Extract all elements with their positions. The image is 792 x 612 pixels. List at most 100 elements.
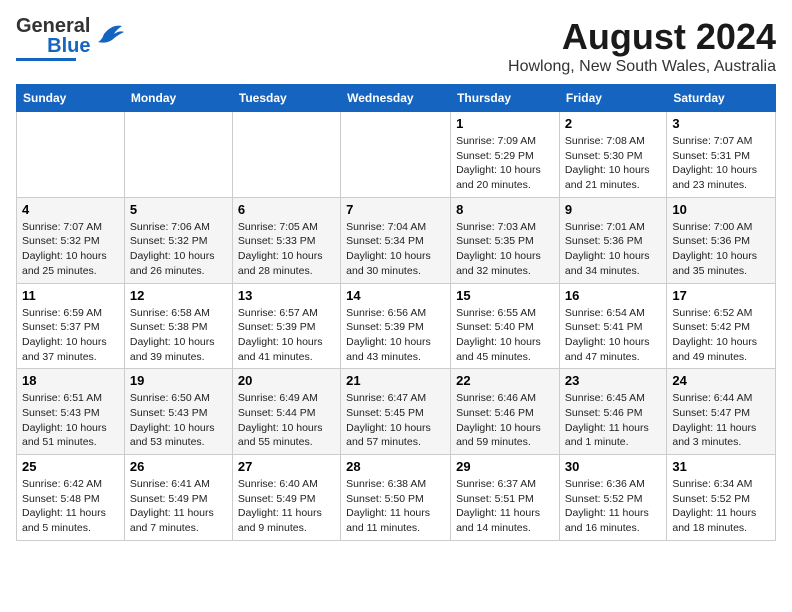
day-number: 5 [130,202,227,217]
day-info: Sunrise: 6:49 AM Sunset: 5:44 PM Dayligh… [238,391,335,450]
calendar-cell: 16 Sunrise: 6:54 AM Sunset: 5:41 PM Dayli… [559,283,666,369]
day-number: 17 [672,288,770,303]
calendar-cell: 15 Sunrise: 6:55 AM Sunset: 5:40 PM Dayli… [451,283,560,369]
calendar-cell: 30 Sunrise: 6:36 AM Sunset: 5:52 PM Dayli… [559,455,666,541]
day-of-week-header: Friday [559,85,666,112]
day-info: Sunrise: 7:03 AM Sunset: 5:35 PM Dayligh… [456,220,554,279]
day-info: Sunrise: 7:06 AM Sunset: 5:32 PM Dayligh… [130,220,227,279]
day-number: 26 [130,459,227,474]
logo-underline [16,58,76,61]
day-number: 30 [565,459,661,474]
calendar-week-row: 1 Sunrise: 7:09 AM Sunset: 5:29 PM Daylig… [17,112,776,198]
calendar-cell: 3 Sunrise: 7:07 AM Sunset: 5:31 PM Daylig… [667,112,776,198]
day-number: 23 [565,373,661,388]
calendar-cell: 9 Sunrise: 7:01 AM Sunset: 5:36 PM Daylig… [559,197,666,283]
day-number: 24 [672,373,770,388]
calendar-cell: 7 Sunrise: 7:04 AM Sunset: 5:34 PM Daylig… [341,197,451,283]
day-info: Sunrise: 6:37 AM Sunset: 5:51 PM Dayligh… [456,477,554,536]
day-number: 22 [456,373,554,388]
day-info: Sunrise: 6:41 AM Sunset: 5:49 PM Dayligh… [130,477,227,536]
day-number: 16 [565,288,661,303]
day-number: 9 [565,202,661,217]
day-info: Sunrise: 6:58 AM Sunset: 5:38 PM Dayligh… [130,306,227,365]
day-info: Sunrise: 6:45 AM Sunset: 5:46 PM Dayligh… [565,391,661,450]
day-of-week-header: Thursday [451,85,560,112]
day-info: Sunrise: 6:57 AM Sunset: 5:39 PM Dayligh… [238,306,335,365]
day-of-week-header: Saturday [667,85,776,112]
calendar-cell [124,112,232,198]
day-info: Sunrise: 7:04 AM Sunset: 5:34 PM Dayligh… [346,220,445,279]
day-info: Sunrise: 6:54 AM Sunset: 5:41 PM Dayligh… [565,306,661,365]
day-number: 19 [130,373,227,388]
calendar-week-row: 18Sunrise: 6:51 AM Sunset: 5:43 PM Dayli… [17,369,776,455]
calendar-cell: 1 Sunrise: 7:09 AM Sunset: 5:29 PM Daylig… [451,112,560,198]
day-number: 15 [456,288,554,303]
calendar-header-row: SundayMondayTuesdayWednesdayThursdayFrid… [17,85,776,112]
day-number: 20 [238,373,335,388]
day-info: Sunrise: 6:38 AM Sunset: 5:50 PM Dayligh… [346,477,445,536]
day-number: 2 [565,116,661,131]
day-info: Sunrise: 6:40 AM Sunset: 5:49 PM Dayligh… [238,477,335,536]
day-info: Sunrise: 6:36 AM Sunset: 5:52 PM Dayligh… [565,477,661,536]
day-number: 25 [22,459,119,474]
calendar-week-row: 11Sunrise: 6:59 AM Sunset: 5:37 PM Dayli… [17,283,776,369]
day-number: 12 [130,288,227,303]
calendar-cell: 25 Sunrise: 6:42 AM Sunset: 5:48 PM Dayli… [17,455,125,541]
calendar-cell: 18Sunrise: 6:51 AM Sunset: 5:43 PM Dayli… [17,369,125,455]
calendar-cell: 29Sunrise: 6:37 AM Sunset: 5:51 PM Dayli… [451,455,560,541]
day-info: Sunrise: 7:08 AM Sunset: 5:30 PM Dayligh… [565,134,661,193]
title-block: August 2024 Howlong, New South Wales, Au… [508,16,776,76]
day-number: 10 [672,202,770,217]
day-number: 18 [22,373,119,388]
calendar-week-row: 4 Sunrise: 7:07 AM Sunset: 5:32 PM Daylig… [17,197,776,283]
day-number: 11 [22,288,119,303]
calendar-cell: 27 Sunrise: 6:40 AM Sunset: 5:49 PM Dayli… [232,455,340,541]
day-info: Sunrise: 7:09 AM Sunset: 5:29 PM Dayligh… [456,134,554,193]
logo-bird-icon [94,20,124,53]
calendar-cell: 24Sunrise: 6:44 AM Sunset: 5:47 PM Dayli… [667,369,776,455]
day-info: Sunrise: 6:52 AM Sunset: 5:42 PM Dayligh… [672,306,770,365]
day-of-week-header: Tuesday [232,85,340,112]
day-info: Sunrise: 6:50 AM Sunset: 5:43 PM Dayligh… [130,391,227,450]
day-number: 4 [22,202,119,217]
page-title: August 2024 [508,16,776,58]
calendar-cell: 21Sunrise: 6:47 AM Sunset: 5:45 PM Dayli… [341,369,451,455]
day-number: 21 [346,373,445,388]
calendar-cell [341,112,451,198]
day-number: 7 [346,202,445,217]
calendar-cell: 14Sunrise: 6:56 AM Sunset: 5:39 PM Dayli… [341,283,451,369]
calendar-cell: 4 Sunrise: 7:07 AM Sunset: 5:32 PM Daylig… [17,197,125,283]
calendar-cell: 28 Sunrise: 6:38 AM Sunset: 5:50 PM Dayli… [341,455,451,541]
day-info: Sunrise: 6:42 AM Sunset: 5:48 PM Dayligh… [22,477,119,536]
logo-general: General [16,16,90,36]
day-info: Sunrise: 7:07 AM Sunset: 5:31 PM Dayligh… [672,134,770,193]
day-number: 1 [456,116,554,131]
calendar-cell: 22 Sunrise: 6:46 AM Sunset: 5:46 PM Dayli… [451,369,560,455]
calendar-cell: 26 Sunrise: 6:41 AM Sunset: 5:49 PM Dayli… [124,455,232,541]
day-info: Sunrise: 6:55 AM Sunset: 5:40 PM Dayligh… [456,306,554,365]
day-number: 28 [346,459,445,474]
page-header: General Blue August 2024 Howlong, New So… [16,16,776,76]
calendar-week-row: 25 Sunrise: 6:42 AM Sunset: 5:48 PM Dayli… [17,455,776,541]
day-info: Sunrise: 7:07 AM Sunset: 5:32 PM Dayligh… [22,220,119,279]
day-number: 3 [672,116,770,131]
calendar-table: SundayMondayTuesdayWednesdayThursdayFrid… [16,84,776,541]
day-number: 13 [238,288,335,303]
day-info: Sunrise: 7:05 AM Sunset: 5:33 PM Dayligh… [238,220,335,279]
calendar-cell [232,112,340,198]
day-of-week-header: Monday [124,85,232,112]
day-number: 6 [238,202,335,217]
calendar-cell: 6 Sunrise: 7:05 AM Sunset: 5:33 PM Daylig… [232,197,340,283]
day-info: Sunrise: 6:34 AM Sunset: 5:52 PM Dayligh… [672,477,770,536]
calendar-cell: 11Sunrise: 6:59 AM Sunset: 5:37 PM Dayli… [17,283,125,369]
day-info: Sunrise: 6:46 AM Sunset: 5:46 PM Dayligh… [456,391,554,450]
calendar-cell: 12 Sunrise: 6:58 AM Sunset: 5:38 PM Dayli… [124,283,232,369]
calendar-cell: 5 Sunrise: 7:06 AM Sunset: 5:32 PM Daylig… [124,197,232,283]
day-number: 14 [346,288,445,303]
calendar-cell: 23 Sunrise: 6:45 AM Sunset: 5:46 PM Dayli… [559,369,666,455]
day-info: Sunrise: 7:01 AM Sunset: 5:36 PM Dayligh… [565,220,661,279]
day-number: 27 [238,459,335,474]
page-location: Howlong, New South Wales, Australia [508,58,776,76]
day-number: 8 [456,202,554,217]
day-info: Sunrise: 7:00 AM Sunset: 5:36 PM Dayligh… [672,220,770,279]
